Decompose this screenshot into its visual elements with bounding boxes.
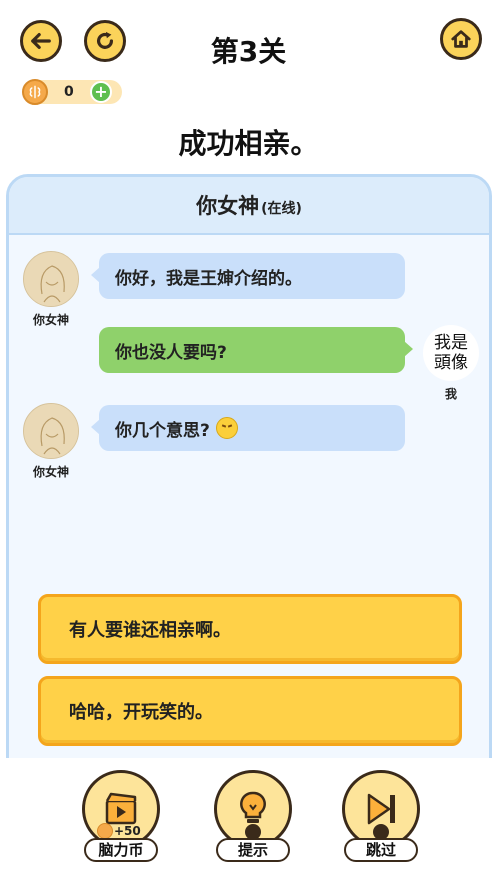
contact-avatar: [23, 251, 79, 307]
skip-label[interactable]: 跳过: [344, 838, 418, 862]
contact-avatar: [23, 403, 79, 459]
message-bubble: 你也没人要吗?: [99, 327, 413, 373]
message-bubble: 你几个意思?: [91, 405, 405, 451]
level-title: 第3关: [210, 35, 287, 68]
self-avatar: 我是 頭像: [423, 325, 479, 381]
annoyed-emoji-icon: [215, 417, 238, 439]
sender-name: 你女神: [32, 465, 69, 479]
bottom-toolbar: +50 脑力币 提示 跳过: [0, 758, 497, 883]
sender-name: 我: [444, 387, 457, 401]
answer-option-text: 哈哈，开玩笑的。: [69, 702, 213, 723]
brain-coin-label[interactable]: 脑力币: [84, 838, 158, 862]
coin-counter: 0 +: [22, 79, 122, 105]
brain-icon: [97, 823, 113, 839]
answer-option-1[interactable]: 有人要谁还相亲啊。: [38, 594, 462, 664]
sender-name: 你女神: [32, 313, 69, 327]
message-text: 你几个意思?: [115, 420, 210, 441]
add-coins-button[interactable]: +: [90, 81, 112, 103]
level-question: 成功相亲。: [178, 127, 319, 160]
answer-option-2[interactable]: 哈哈，开玩笑的。: [38, 676, 462, 746]
hint-label[interactable]: 提示: [216, 838, 290, 862]
self-avatar-text: 頭像: [434, 353, 468, 373]
lightbulb-icon: [240, 791, 266, 823]
coin-count: 0: [64, 84, 74, 100]
self-avatar-text: 我是: [434, 333, 468, 353]
answer-option-text: 有人要谁还相亲啊。: [69, 620, 231, 641]
message-text: 你好，我是王婶介绍的。: [115, 268, 302, 289]
chat-header: 你女神 (在线): [9, 177, 489, 235]
contact-name: 你女神: [196, 194, 260, 218]
message-text: 你也没人要吗?: [115, 342, 227, 363]
skip-icon: [367, 793, 395, 825]
message-bubble: 你好，我是王婶介绍的。: [91, 253, 405, 299]
brain-coin-bonus: +50: [114, 824, 141, 838]
brain-icon: [22, 79, 48, 105]
contact-status: (在线): [261, 201, 302, 217]
